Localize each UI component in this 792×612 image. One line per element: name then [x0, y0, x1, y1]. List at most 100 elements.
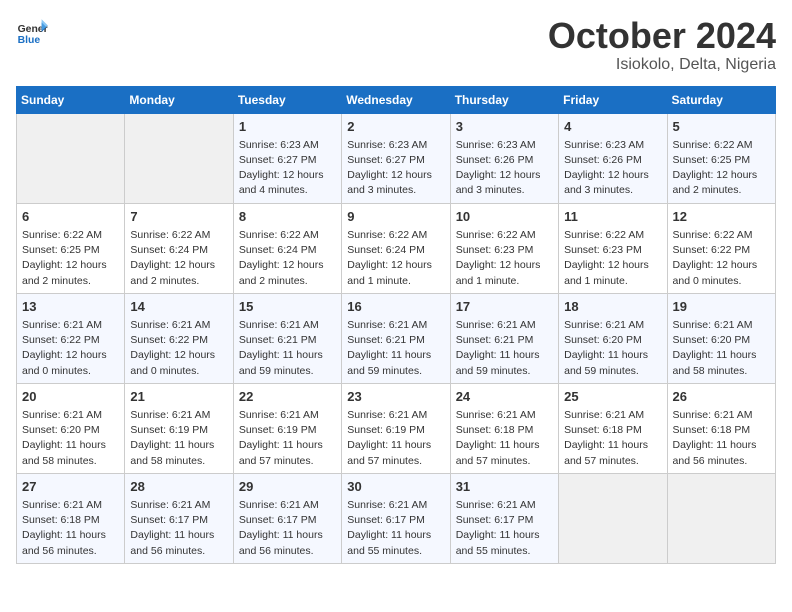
- day-info: Sunrise: 6:21 AM Sunset: 6:17 PM Dayligh…: [347, 498, 444, 559]
- day-info: Sunrise: 6:21 AM Sunset: 6:18 PM Dayligh…: [456, 408, 553, 469]
- calendar-cell: [125, 113, 233, 203]
- weekday-header: Sunday: [17, 86, 125, 113]
- calendar-cell: 6Sunrise: 6:22 AM Sunset: 6:25 PM Daylig…: [17, 203, 125, 293]
- calendar-cell: 16 Sunrise: 6:21 AM Sunset: 6:21 PM Dayli…: [342, 293, 450, 383]
- calendar-subtitle: Isiokolo, Delta, Nigeria: [548, 56, 776, 74]
- day-number: 10: [456, 208, 553, 226]
- weekday-header: Saturday: [667, 86, 775, 113]
- day-number: 24: [456, 388, 553, 406]
- calendar-cell: 5 Sunrise: 6:22 AM Sunset: 6:25 PM Daylig…: [667, 113, 775, 203]
- calendar-cell: 7Sunrise: 6:22 AM Sunset: 6:24 PM Daylig…: [125, 203, 233, 293]
- calendar-cell: 24 Sunrise: 6:21 AM Sunset: 6:18 PM Dayli…: [450, 383, 558, 473]
- day-number: 31: [456, 478, 553, 496]
- calendar-cell: 30 Sunrise: 6:21 AM Sunset: 6:17 PM Dayli…: [342, 473, 450, 563]
- day-info: Sunrise: 6:23 AM Sunset: 6:26 PM Dayligh…: [564, 138, 661, 199]
- calendar-cell: 18 Sunrise: 6:21 AM Sunset: 6:20 PM Dayli…: [559, 293, 667, 383]
- calendar-week-row: 13 Sunrise: 6:21 AM Sunset: 6:22 PM Dayli…: [17, 293, 776, 383]
- day-number: 27: [22, 478, 119, 496]
- calendar-cell: 31Sunrise: 6:21 AM Sunset: 6:17 PM Dayli…: [450, 473, 558, 563]
- calendar-table: SundayMondayTuesdayWednesdayThursdayFrid…: [16, 86, 776, 564]
- day-number: 12: [673, 208, 770, 226]
- day-number: 20: [22, 388, 119, 406]
- day-number: 17: [456, 298, 553, 316]
- day-info: Sunrise: 6:21 AM Sunset: 6:19 PM Dayligh…: [347, 408, 444, 469]
- day-number: 19: [673, 298, 770, 316]
- calendar-week-row: 27 Sunrise: 6:21 AM Sunset: 6:18 PM Dayli…: [17, 473, 776, 563]
- calendar-cell: 14 Sunrise: 6:21 AM Sunset: 6:22 PM Dayli…: [125, 293, 233, 383]
- day-number: 28: [130, 478, 227, 496]
- calendar-cell: 22 Sunrise: 6:21 AM Sunset: 6:19 PM Dayli…: [233, 383, 341, 473]
- calendar-cell: 28Sunrise: 6:21 AM Sunset: 6:17 PM Dayli…: [125, 473, 233, 563]
- day-info: Sunrise: 6:22 AM Sunset: 6:25 PM Dayligh…: [22, 228, 119, 289]
- calendar-cell: [559, 473, 667, 563]
- calendar-week-row: 6Sunrise: 6:22 AM Sunset: 6:25 PM Daylig…: [17, 203, 776, 293]
- calendar-week-row: 20Sunrise: 6:21 AM Sunset: 6:20 PM Dayli…: [17, 383, 776, 473]
- day-info: Sunrise: 6:21 AM Sunset: 6:21 PM Dayligh…: [239, 318, 336, 379]
- day-info: Sunrise: 6:21 AM Sunset: 6:22 PM Dayligh…: [22, 318, 119, 379]
- weekday-header: Wednesday: [342, 86, 450, 113]
- day-info: Sunrise: 6:21 AM Sunset: 6:20 PM Dayligh…: [673, 318, 770, 379]
- calendar-cell: 8 Sunrise: 6:22 AM Sunset: 6:24 PM Daylig…: [233, 203, 341, 293]
- day-info: Sunrise: 6:21 AM Sunset: 6:17 PM Dayligh…: [239, 498, 336, 559]
- weekday-header: Thursday: [450, 86, 558, 113]
- day-number: 7: [130, 208, 227, 226]
- calendar-cell: [17, 113, 125, 203]
- day-info: Sunrise: 6:22 AM Sunset: 6:24 PM Dayligh…: [347, 228, 444, 289]
- calendar-cell: 13 Sunrise: 6:21 AM Sunset: 6:22 PM Dayli…: [17, 293, 125, 383]
- calendar-cell: 26Sunrise: 6:21 AM Sunset: 6:18 PM Dayli…: [667, 383, 775, 473]
- day-info: Sunrise: 6:21 AM Sunset: 6:21 PM Dayligh…: [456, 318, 553, 379]
- calendar-cell: 1Sunrise: 6:23 AM Sunset: 6:27 PM Daylig…: [233, 113, 341, 203]
- day-number: 30: [347, 478, 444, 496]
- day-info: Sunrise: 6:21 AM Sunset: 6:18 PM Dayligh…: [564, 408, 661, 469]
- day-number: 2: [347, 118, 444, 136]
- weekday-header: Friday: [559, 86, 667, 113]
- day-number: 29: [239, 478, 336, 496]
- calendar-cell: 19 Sunrise: 6:21 AM Sunset: 6:20 PM Dayli…: [667, 293, 775, 383]
- day-info: Sunrise: 6:22 AM Sunset: 6:24 PM Dayligh…: [239, 228, 336, 289]
- logo-icon: General Blue: [16, 16, 48, 48]
- logo: General Blue: [16, 16, 48, 48]
- svg-text:Blue: Blue: [18, 35, 41, 46]
- day-number: 21: [130, 388, 227, 406]
- calendar-title: October 2024: [548, 16, 776, 56]
- calendar-cell: 21 Sunrise: 6:21 AM Sunset: 6:19 PM Dayli…: [125, 383, 233, 473]
- day-info: Sunrise: 6:22 AM Sunset: 6:22 PM Dayligh…: [673, 228, 770, 289]
- calendar-cell: 12 Sunrise: 6:22 AM Sunset: 6:22 PM Dayli…: [667, 203, 775, 293]
- day-info: Sunrise: 6:22 AM Sunset: 6:23 PM Dayligh…: [456, 228, 553, 289]
- calendar-cell: 11Sunrise: 6:22 AM Sunset: 6:23 PM Dayli…: [559, 203, 667, 293]
- day-number: 22: [239, 388, 336, 406]
- day-info: Sunrise: 6:21 AM Sunset: 6:22 PM Dayligh…: [130, 318, 227, 379]
- day-info: Sunrise: 6:23 AM Sunset: 6:26 PM Dayligh…: [456, 138, 553, 199]
- day-number: 5: [673, 118, 770, 136]
- day-number: 11: [564, 208, 661, 226]
- calendar-cell: 3 Sunrise: 6:23 AM Sunset: 6:26 PM Daylig…: [450, 113, 558, 203]
- day-number: 13: [22, 298, 119, 316]
- day-info: Sunrise: 6:21 AM Sunset: 6:19 PM Dayligh…: [130, 408, 227, 469]
- day-info: Sunrise: 6:22 AM Sunset: 6:25 PM Dayligh…: [673, 138, 770, 199]
- title-block: October 2024 Isiokolo, Delta, Nigeria: [548, 16, 776, 74]
- calendar-cell: 20Sunrise: 6:21 AM Sunset: 6:20 PM Dayli…: [17, 383, 125, 473]
- calendar-cell: 2 Sunrise: 6:23 AM Sunset: 6:27 PM Daylig…: [342, 113, 450, 203]
- calendar-cell: [667, 473, 775, 563]
- day-number: 26: [673, 388, 770, 406]
- calendar-week-row: 1Sunrise: 6:23 AM Sunset: 6:27 PM Daylig…: [17, 113, 776, 203]
- calendar-cell: 17 Sunrise: 6:21 AM Sunset: 6:21 PM Dayli…: [450, 293, 558, 383]
- day-info: Sunrise: 6:23 AM Sunset: 6:27 PM Dayligh…: [347, 138, 444, 199]
- day-number: 9: [347, 208, 444, 226]
- day-number: 15: [239, 298, 336, 316]
- day-info: Sunrise: 6:21 AM Sunset: 6:20 PM Dayligh…: [564, 318, 661, 379]
- day-number: 18: [564, 298, 661, 316]
- day-number: 25: [564, 388, 661, 406]
- day-number: 4: [564, 118, 661, 136]
- calendar-cell: 29 Sunrise: 6:21 AM Sunset: 6:17 PM Dayli…: [233, 473, 341, 563]
- calendar-cell: 15 Sunrise: 6:21 AM Sunset: 6:21 PM Dayli…: [233, 293, 341, 383]
- day-info: Sunrise: 6:21 AM Sunset: 6:19 PM Dayligh…: [239, 408, 336, 469]
- day-info: Sunrise: 6:21 AM Sunset: 6:18 PM Dayligh…: [22, 498, 119, 559]
- day-number: 16: [347, 298, 444, 316]
- day-info: Sunrise: 6:21 AM Sunset: 6:21 PM Dayligh…: [347, 318, 444, 379]
- day-number: 8: [239, 208, 336, 226]
- day-number: 23: [347, 388, 444, 406]
- day-number: 3: [456, 118, 553, 136]
- calendar-cell: 9 Sunrise: 6:22 AM Sunset: 6:24 PM Daylig…: [342, 203, 450, 293]
- day-number: 14: [130, 298, 227, 316]
